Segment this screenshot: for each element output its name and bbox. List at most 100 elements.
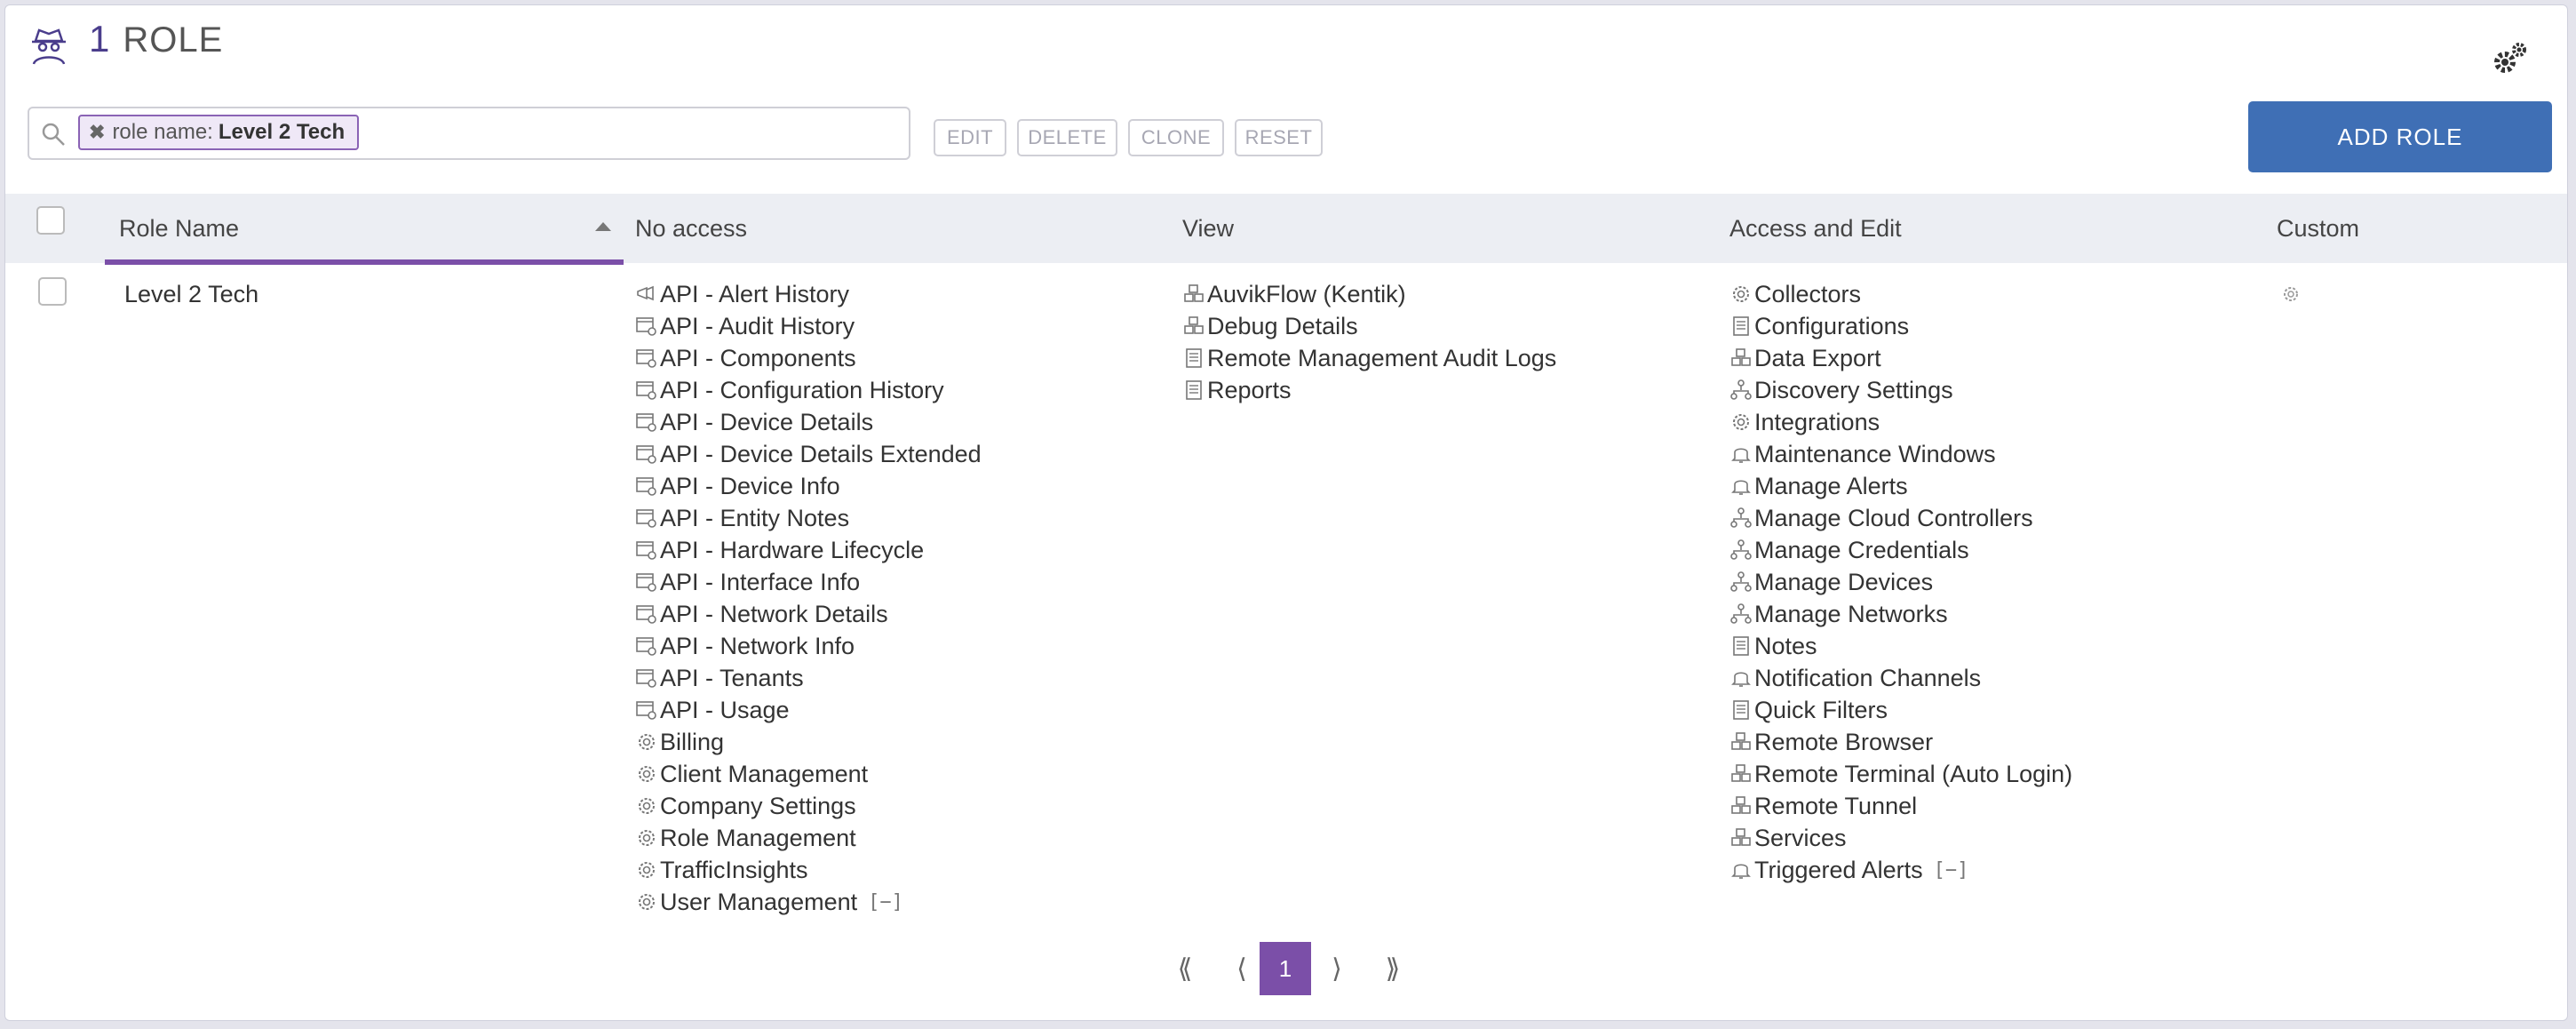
permission-label: Debug Details — [1207, 312, 1358, 339]
col-custom[interactable]: Custom — [2277, 215, 2359, 243]
search-icon — [42, 123, 65, 146]
api-window-icon — [636, 605, 656, 624]
permission-item: API - Usage — [635, 694, 982, 726]
permission-item: API - Audit History — [635, 310, 982, 342]
network-icon — [1730, 603, 1752, 624]
permission-label: API - Device Details Extended — [660, 440, 982, 467]
permission-label: Manage Alerts — [1754, 472, 1908, 499]
gear-icon — [639, 766, 655, 782]
gear-icon — [1733, 286, 1749, 302]
permission-item: API - Network Details — [635, 598, 982, 630]
permission-item: API - Device Details Extended — [635, 438, 982, 470]
row-checkbox[interactable] — [38, 277, 67, 306]
col-view[interactable]: View — [1182, 215, 1234, 243]
cubes-icon — [1731, 764, 1751, 782]
cubes-icon — [1731, 732, 1751, 750]
document-icon — [1733, 700, 1749, 720]
clone-button[interactable]: CLONE — [1128, 119, 1224, 156]
permission-item: User Management [−] — [635, 886, 982, 918]
permission-label: Remote Tunnel — [1754, 792, 1918, 819]
filter-chip[interactable]: ✖ role name: Level 2 Tech — [78, 115, 360, 150]
permission-label: Quick Filters — [1754, 696, 1888, 723]
edit-button[interactable]: EDIT — [934, 119, 1006, 156]
add-role-button[interactable]: ADD ROLE — [2248, 101, 2552, 172]
permission-label: API - Network Details — [660, 600, 888, 627]
permission-label: User Management — [660, 888, 858, 915]
permission-item: API - Network Info — [635, 630, 982, 662]
permission-label: Maintenance Windows — [1754, 440, 1996, 467]
reset-button[interactable]: RESET — [1235, 119, 1323, 156]
page-1-button[interactable]: 1 — [1260, 942, 1311, 995]
sort-asc-icon[interactable] — [595, 222, 611, 231]
permission-label: Integrations — [1754, 408, 1880, 435]
permission-label: Manage Credentials — [1754, 536, 1969, 563]
permission-item: Triggered Alerts [−] — [1729, 854, 2072, 886]
permission-label: API - Entity Notes — [660, 504, 850, 531]
api-window-icon — [636, 349, 656, 368]
view-list: AuvikFlow (Kentik) Debug Details Remote Ma… — [1182, 278, 1556, 406]
select-all-checkbox[interactable] — [36, 206, 65, 235]
permission-item: Quick Filters — [1729, 694, 2072, 726]
permission-label: Notes — [1754, 632, 1817, 659]
permission-label: Remote Management Audit Logs — [1207, 344, 1557, 371]
collapse-toggle[interactable]: [−] — [1934, 859, 1969, 881]
col-role-name[interactable]: Role Name — [119, 215, 239, 243]
col-access-and-edit[interactable]: Access and Edit — [1729, 215, 1902, 243]
network-icon — [1730, 379, 1752, 400]
role-name-cell[interactable]: Level 2 Tech — [124, 281, 258, 308]
permission-label: Role Management — [660, 824, 856, 851]
permission-item: Billing — [635, 726, 982, 758]
custom-gear-icon[interactable] — [2279, 283, 2302, 306]
permission-label: API - Hardware Lifecycle — [660, 536, 925, 563]
gear-icon — [639, 734, 655, 750]
page-title: 1 ROLE — [89, 18, 223, 60]
permission-label: AuvikFlow (Kentik) — [1207, 280, 1406, 307]
permission-label: Billing — [660, 728, 725, 755]
roles-panel: 1 ROLE ✖ role name: Level 2 Tech EDIT DEL… — [4, 4, 2568, 1021]
next-page-button[interactable]: ⟩ — [1311, 942, 1363, 995]
col-no-access[interactable]: No access — [635, 215, 747, 243]
permission-label: Triggered Alerts — [1754, 856, 1923, 883]
collapse-toggle[interactable]: [−] — [868, 891, 903, 913]
permission-item: Manage Devices — [1729, 566, 2072, 598]
sort-indicator — [105, 259, 624, 265]
table-header — [5, 194, 2567, 263]
permission-item: Maintenance Windows — [1729, 438, 2072, 470]
no-access-list: API - Alert History API - Audit History AP… — [635, 278, 982, 918]
permission-item: API - Components — [635, 342, 982, 374]
permission-item: Remote Browser — [1729, 726, 2072, 758]
permission-label: Client Management — [660, 760, 869, 787]
permission-label: Manage Devices — [1754, 568, 1934, 595]
search-input[interactable]: ✖ role name: Level 2 Tech — [28, 107, 910, 160]
first-page-button[interactable]: ⟪ — [1159, 942, 1211, 995]
cubes-icon — [1731, 796, 1751, 814]
permission-item: Manage Alerts — [1729, 470, 2072, 502]
delete-button[interactable]: DELETE — [1017, 119, 1117, 156]
network-icon — [1730, 507, 1752, 528]
permission-item: Manage Credentials — [1729, 534, 2072, 566]
role-count: 1 — [89, 18, 111, 60]
permission-item: Configurations — [1729, 310, 2072, 342]
api-icon — [637, 285, 654, 301]
permission-label: API - Tenants — [660, 664, 804, 691]
api-window-icon — [636, 509, 656, 528]
permission-item: API - Tenants — [635, 662, 982, 694]
cubes-icon — [1184, 316, 1204, 334]
permission-label: Company Settings — [660, 792, 856, 819]
permission-label: Discovery Settings — [1754, 376, 1953, 403]
permission-label: API - Configuration History — [660, 376, 944, 403]
permission-item: Notes — [1729, 630, 2072, 662]
cubes-icon — [1184, 284, 1204, 302]
gear-icon — [639, 798, 655, 814]
permission-label: API - Interface Info — [660, 568, 861, 595]
permission-label: Services — [1754, 824, 1847, 851]
permission-label: Manage Cloud Controllers — [1754, 504, 2033, 531]
permission-item: Services — [1729, 822, 2072, 854]
gear-icon — [639, 862, 655, 878]
last-page-button[interactable]: ⟫ — [1367, 942, 1419, 995]
permission-item: Reports — [1182, 374, 1556, 406]
bell-icon — [1731, 448, 1751, 463]
remove-filter-icon[interactable]: ✖ — [89, 121, 105, 144]
permission-item: API - Interface Info — [635, 566, 982, 598]
settings-gear-icon[interactable] — [2489, 37, 2532, 80]
